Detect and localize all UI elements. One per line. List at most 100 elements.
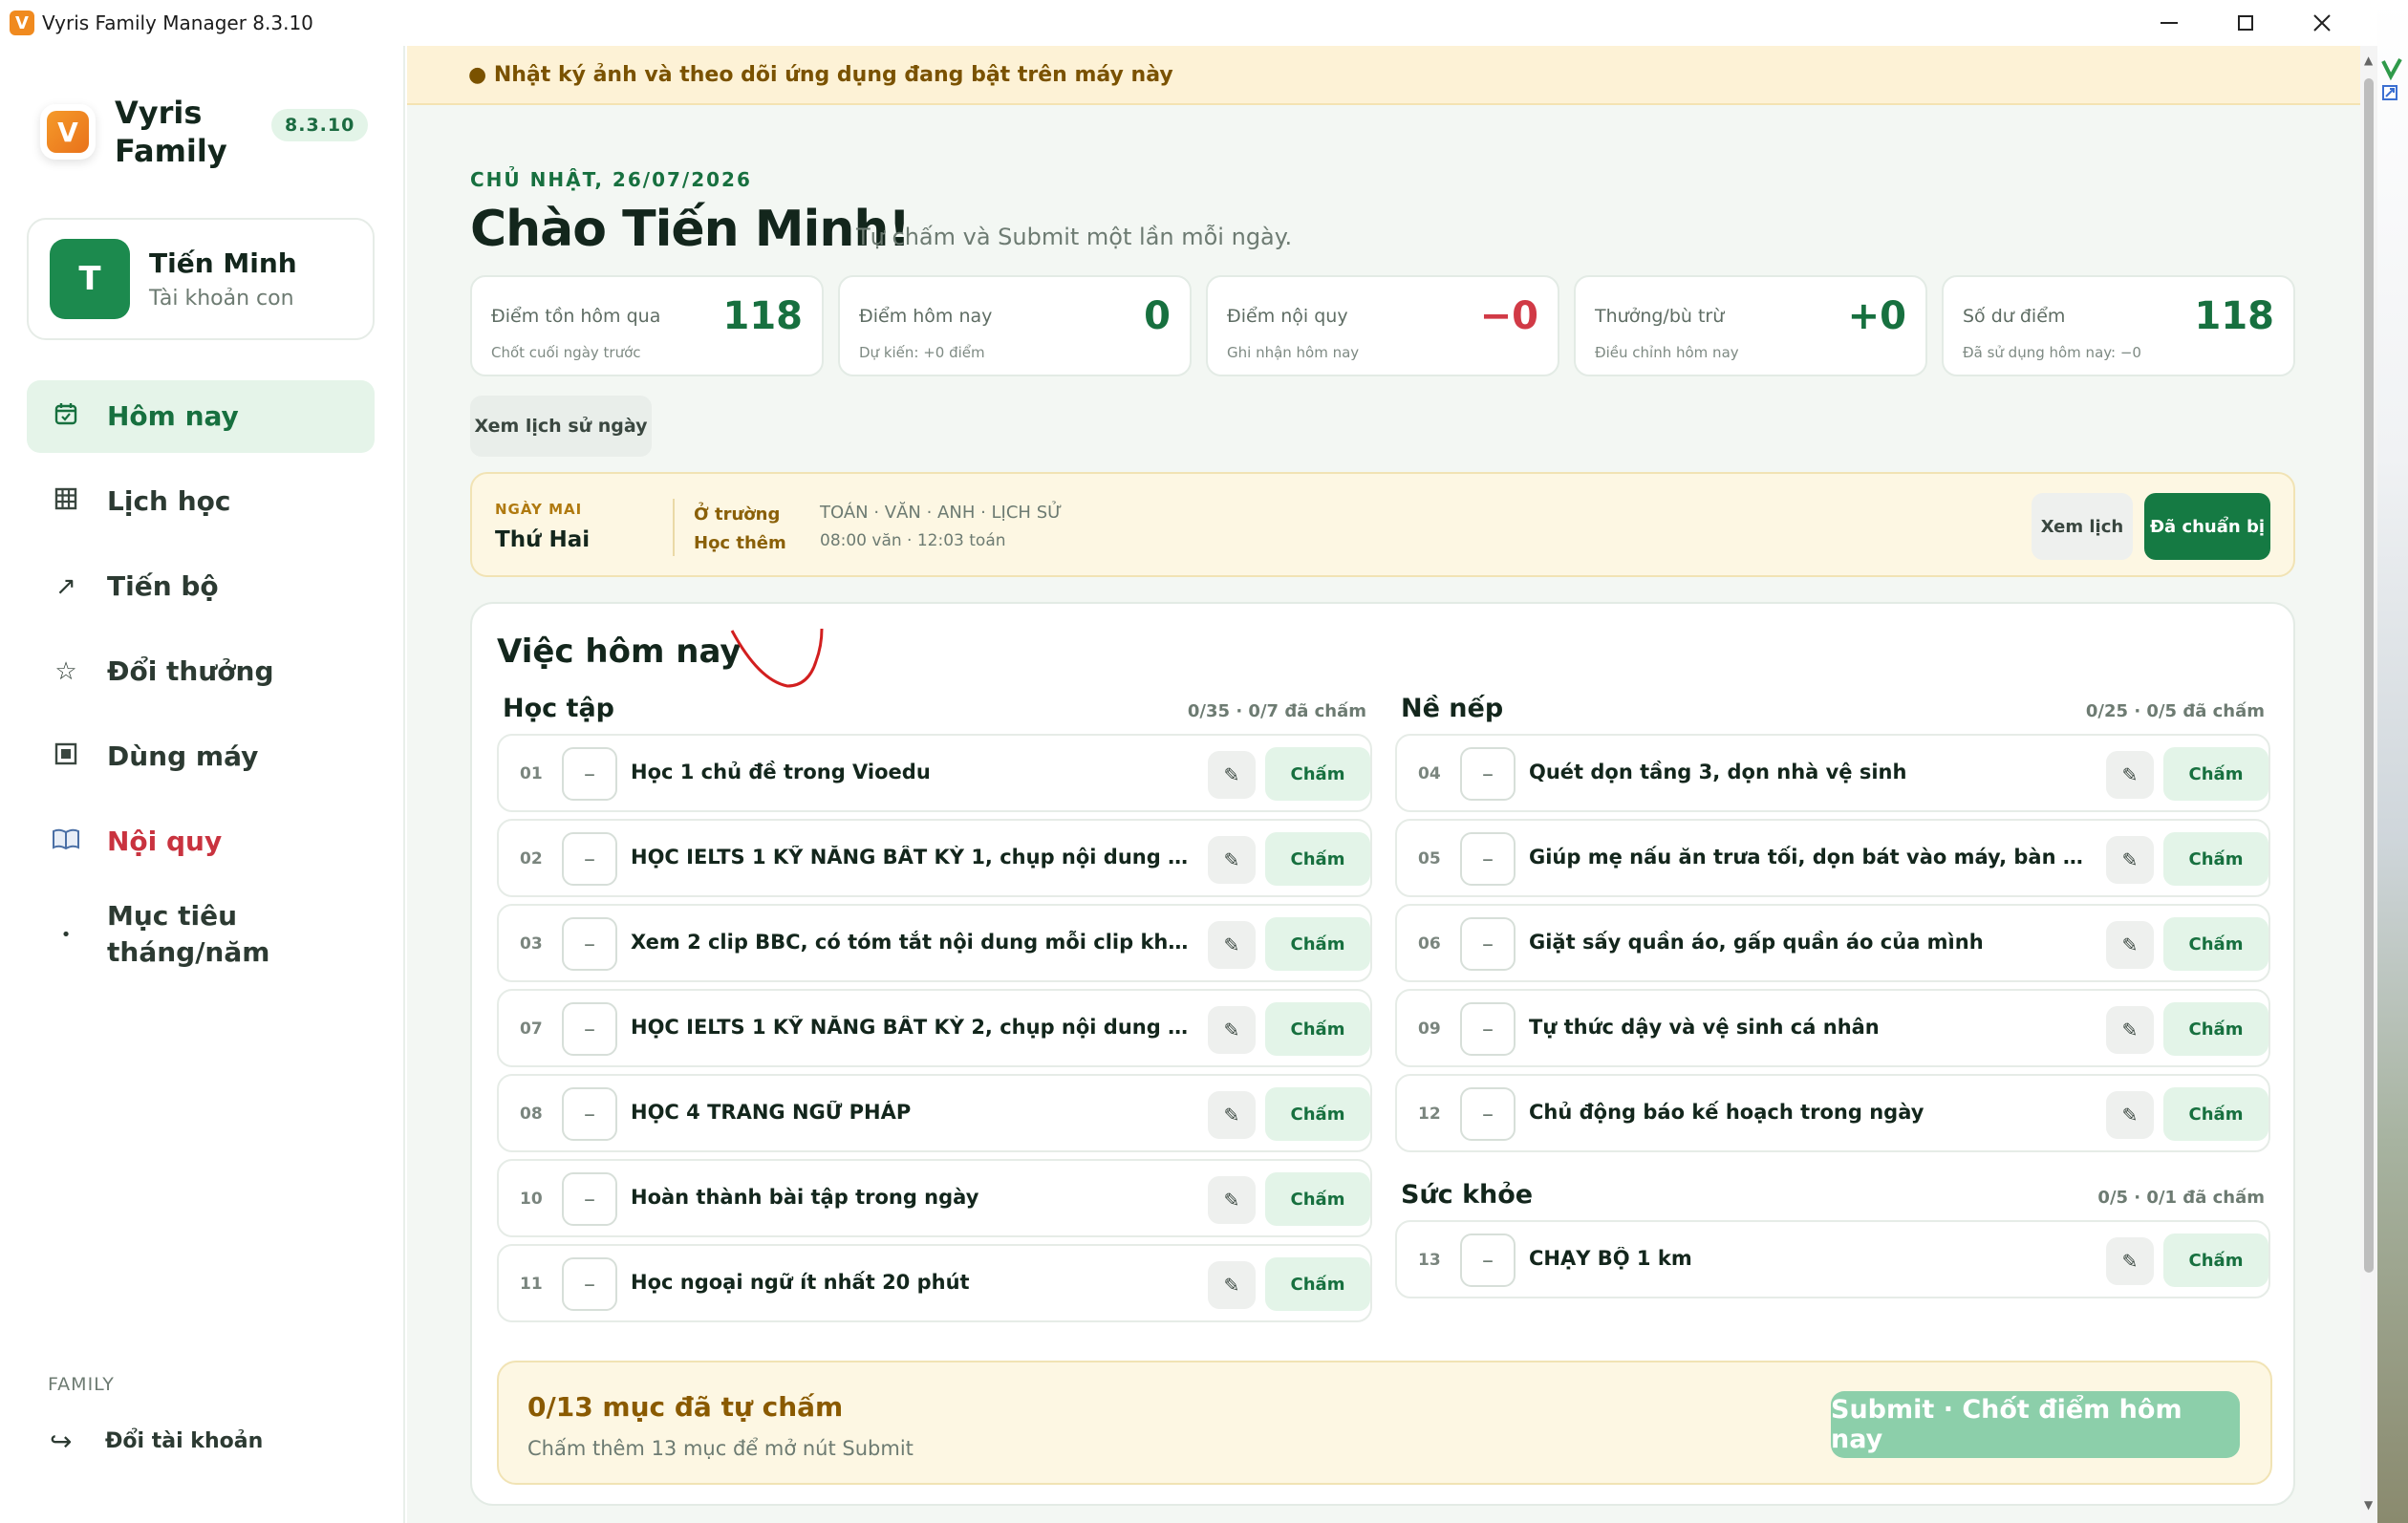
app-logo-icon: V	[10, 11, 34, 35]
sidebar-item-label: Dùng máy	[107, 740, 259, 772]
task-checkbox[interactable]: –	[1460, 1087, 1516, 1141]
submit-bar: 0/13 mục đã tự chấm Chấm thêm 13 mục để …	[497, 1361, 2272, 1485]
task-checkbox[interactable]: –	[562, 1002, 617, 1056]
scroll-down-arrow-icon[interactable]: ▼	[2364, 1498, 2373, 1512]
score-button[interactable]: Chấm	[1265, 1087, 1370, 1141]
star-icon: ☆	[54, 657, 77, 686]
sidebar-item-device-usage[interactable]: Dùng máy	[27, 720, 375, 793]
switch-account-button[interactable]: ↪ Đổi tài khoản	[50, 1426, 263, 1457]
task-checkbox[interactable]: –	[1460, 917, 1516, 971]
task-row: 08 – HỌC 4 TRANG NGỮ PHÁP ✎ Chấm	[497, 1074, 1372, 1152]
sidebar-item-progress[interactable]: ↗ Tiến bộ	[27, 550, 375, 623]
task-checkbox[interactable]: –	[562, 1172, 617, 1226]
pencil-icon: ✎	[2121, 1250, 2139, 1273]
task-text: Quét dọn tầng 3, dọn nhà vệ sinh	[1529, 761, 1907, 783]
task-row: 12 – Chủ động báo kế hoạch trong ngày ✎ …	[1395, 1074, 2270, 1152]
task-number: 11	[520, 1275, 543, 1294]
section-name: Nề nếp	[1401, 694, 1504, 723]
task-checkbox[interactable]: –	[1460, 1002, 1516, 1056]
submit-button[interactable]: Submit · Chốt điểm hôm nay	[1831, 1391, 2240, 1458]
score-button[interactable]: Chấm	[1265, 1002, 1370, 1056]
edit-button[interactable]: ✎	[1208, 751, 1256, 799]
score-button[interactable]: Chấm	[2163, 747, 2268, 801]
task-checkbox[interactable]: –	[1460, 1233, 1516, 1287]
edit-button[interactable]: ✎	[1208, 1261, 1256, 1309]
switch-account-label: Đổi tài khoản	[105, 1429, 264, 1453]
task-number: 08	[520, 1105, 543, 1124]
task-row: 05 – Giúp mẹ nấu ăn trưa tối, dọn bát và…	[1395, 819, 2270, 897]
task-checkbox[interactable]: –	[1460, 832, 1516, 886]
task-checkbox[interactable]: –	[1460, 747, 1516, 801]
scrollbar[interactable]: ▲ ▼	[2360, 46, 2377, 1523]
score-button[interactable]: Chấm	[2163, 917, 2268, 971]
task-number: 10	[520, 1190, 543, 1209]
sidebar-item-today[interactable]: Hôm nay	[27, 380, 375, 453]
stat-value: −0	[1479, 294, 1538, 338]
pencil-icon: ✎	[1223, 1104, 1240, 1126]
edit-button[interactable]: ✎	[1208, 1176, 1256, 1224]
sidebar-item-rules[interactable]: Nội quy	[27, 805, 375, 878]
edit-button[interactable]: ✎	[1208, 836, 1256, 884]
divider	[673, 499, 675, 556]
sidebar-item-schedule[interactable]: Lịch học	[27, 465, 375, 538]
task-row: 09 – Tự thức dậy và vệ sinh cá nhân ✎ Ch…	[1395, 989, 2270, 1067]
task-checkbox[interactable]: –	[562, 917, 617, 971]
edit-button[interactable]: ✎	[1208, 1006, 1256, 1054]
sidebar-item-rewards[interactable]: ☆ Đổi thưởng	[27, 635, 375, 708]
task-row: 11 – Học ngoại ngữ ít nhất 20 phút ✎ Chấ…	[497, 1244, 1372, 1322]
sidebar-item-label: Hôm nay	[107, 400, 239, 432]
edit-button[interactable]: ✎	[2106, 921, 2154, 969]
tomorrow-day: Thứ Hai	[495, 527, 591, 552]
maximize-icon	[2238, 15, 2253, 31]
pencil-icon: ✎	[1223, 933, 1240, 956]
score-button[interactable]: Chấm	[2163, 1002, 2268, 1056]
brand-logo-icon: V	[40, 104, 96, 160]
prepared-button[interactable]: Đã chuẩn bị	[2144, 493, 2270, 560]
view-schedule-button[interactable]: Xem lịch	[2032, 493, 2133, 560]
stat-value: +0	[1847, 294, 1906, 338]
edit-button[interactable]: ✎	[1208, 921, 1256, 969]
sidebar-item-goals[interactable]: • Mục tiêu tháng/năm	[27, 890, 375, 978]
stat-value: 0	[1144, 294, 1171, 338]
scroll-up-arrow-icon[interactable]: ▲	[2364, 54, 2373, 67]
score-button[interactable]: Chấm	[1265, 1257, 1370, 1311]
edit-button[interactable]: ✎	[2106, 1006, 2154, 1054]
tomorrow-label: NGÀY MAI	[495, 501, 583, 518]
task-checkbox[interactable]: –	[562, 1087, 617, 1141]
stats-row: Điểm tồn hôm qua Chốt cuối ngày trước 11…	[470, 275, 2310, 376]
current-date: CHỦ NHẬT, 26/07/2026	[470, 168, 752, 191]
edit-button[interactable]: ✎	[2106, 751, 2154, 799]
task-checkbox[interactable]: –	[562, 1257, 617, 1311]
task-number: 05	[1418, 849, 1441, 869]
edit-button[interactable]: ✎	[2106, 1091, 2154, 1139]
score-button[interactable]: Chấm	[1265, 832, 1370, 886]
window-title: Vyris Family Manager 8.3.10	[42, 11, 313, 34]
dot-icon: •	[60, 924, 72, 945]
scroll-thumb[interactable]	[2364, 78, 2374, 1273]
user-card[interactable]: T Tiến Minh Tài khoản con	[27, 218, 375, 340]
task-checkbox[interactable]: –	[562, 747, 617, 801]
view-history-button[interactable]: Xem lịch sử ngày	[470, 396, 652, 457]
close-button[interactable]	[2284, 0, 2360, 46]
minimize-button[interactable]	[2131, 0, 2207, 46]
score-button[interactable]: Chấm	[1265, 747, 1370, 801]
score-button[interactable]: Chấm	[2163, 1087, 2268, 1141]
submit-hint: Chấm thêm 13 mục để mở nút Submit	[527, 1437, 914, 1460]
score-button[interactable]: Chấm	[2163, 1233, 2268, 1287]
score-button[interactable]: Chấm	[1265, 1172, 1370, 1226]
score-button[interactable]: Chấm	[2163, 832, 2268, 886]
task-checkbox[interactable]: –	[562, 832, 617, 886]
page-subtitle: Tự chấm và Submit một lần mỗi ngày.	[856, 224, 1293, 250]
sidebar-item-label: Đổi thưởng	[107, 655, 274, 687]
stat-card-today: Điểm hôm nay Dự kiến: +0 điểm 0	[838, 275, 1192, 376]
edit-button[interactable]: ✎	[2106, 836, 2154, 884]
edit-button[interactable]: ✎	[1208, 1091, 1256, 1139]
edit-button[interactable]: ✎	[2106, 1237, 2154, 1285]
desktop-shortcut-icon[interactable]	[2381, 57, 2404, 162]
task-text: Hoàn thành bài tập trong ngày	[631, 1186, 979, 1209]
score-button[interactable]: Chấm	[1265, 917, 1370, 971]
task-number: 01	[520, 764, 543, 783]
pencil-icon: ✎	[2121, 1104, 2139, 1126]
maximize-button[interactable]	[2207, 0, 2284, 46]
task-text: Học ngoại ngữ ít nhất 20 phút	[631, 1271, 970, 1294]
